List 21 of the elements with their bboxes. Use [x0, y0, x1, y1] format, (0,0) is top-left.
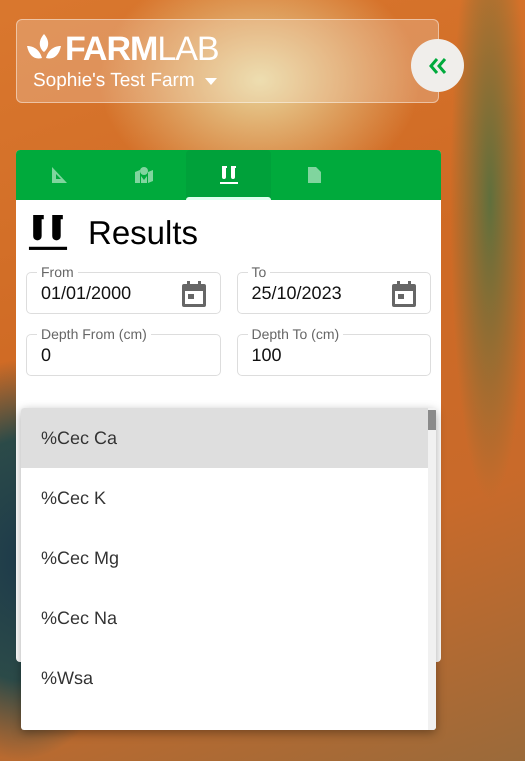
date-input[interactable]: 01/01/2000: [41, 283, 182, 304]
calendar-icon: [392, 280, 416, 306]
calendar-icon: [182, 280, 206, 306]
logo-text: FARMLAB: [65, 32, 219, 66]
double-chevron-icon: [428, 58, 446, 74]
panel-title: Results: [88, 214, 198, 252]
date-input[interactable]: 25/10/2023: [252, 283, 392, 304]
map-pin-icon: [134, 166, 154, 184]
test-tubes-icon: [218, 165, 238, 185]
caret-icon: [204, 78, 217, 84]
number-input[interactable]: 100: [252, 345, 416, 366]
tab[interactable]: [186, 150, 271, 200]
number-input[interactable]: 0: [41, 345, 206, 366]
dropdown-option[interactable]: %Cec Ca: [21, 408, 428, 468]
date-field[interactable]: To 25/10/2023: [236, 264, 431, 314]
number-field[interactable]: Depth To (cm) 100: [236, 326, 431, 376]
date-field[interactable]: From 01/01/2000: [26, 264, 220, 314]
number-field[interactable]: Depth From (cm) 0: [26, 326, 220, 376]
document-icon: [306, 166, 322, 184]
test-tubes-icon: [26, 215, 70, 251]
scrollbar[interactable]: [428, 408, 436, 730]
